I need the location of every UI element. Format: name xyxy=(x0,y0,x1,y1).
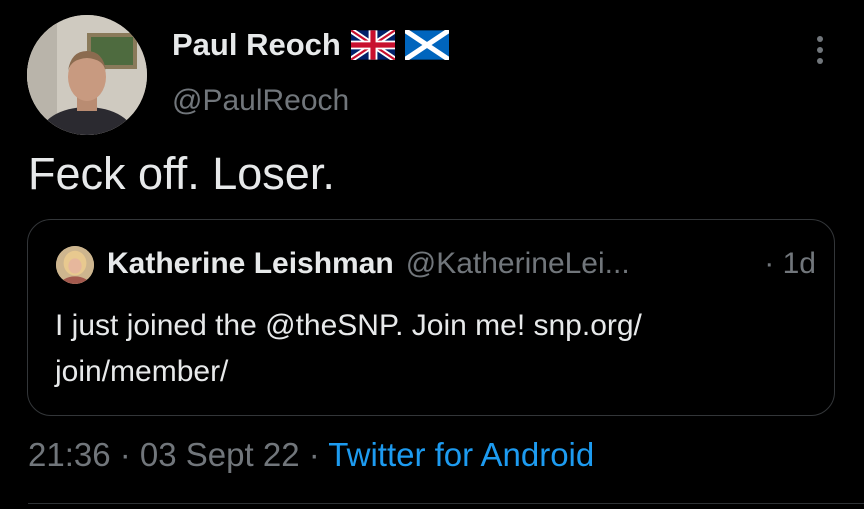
more-options-icon-dot xyxy=(817,58,823,64)
tweet-text: Feck off. Loser. xyxy=(28,148,335,199)
quoted-tweet-card[interactable]: Katherine Leishman @KatherineLei... · 1d… xyxy=(27,219,835,416)
divider xyxy=(28,503,864,504)
quoted-author-avatar-image xyxy=(56,246,94,284)
author-display-name[interactable]: Paul Reoch xyxy=(172,27,341,63)
quoted-tweet-text: I just joined the @theSNP. Join me! snp.… xyxy=(55,303,815,395)
quoted-author-handle: @KatherineLei... xyxy=(405,247,630,280)
author-name-row[interactable]: Paul Reoch xyxy=(172,27,449,63)
quoted-author-name: Katherine Leishman xyxy=(107,247,394,280)
more-options-icon-dot xyxy=(817,47,823,53)
more-options-button[interactable] xyxy=(806,30,834,70)
quoted-author-avatar xyxy=(56,246,94,284)
tweet-source-link[interactable]: Twitter for Android xyxy=(328,436,594,473)
more-options-icon xyxy=(817,36,823,42)
author-handle[interactable]: @PaulReoch xyxy=(172,84,349,118)
tweet-timestamp[interactable]: 21:36 · 03 Sept 22 · xyxy=(28,436,328,473)
quoted-tweet-text-line: join/member/ xyxy=(55,355,229,388)
union-jack-flag-icon xyxy=(350,30,395,60)
quoted-tweet-time: · 1d xyxy=(764,247,816,280)
quoted-tweet-text-line: I just joined the @theSNP. Join me! snp.… xyxy=(55,309,642,342)
tweet-meta: 21:36 · 03 Sept 22 · Twitter for Android xyxy=(28,436,594,474)
scottish-saltire-flag-icon xyxy=(404,30,449,60)
quoted-tweet-header: Katherine Leishman @KatherineLei... xyxy=(107,247,630,281)
author-avatar[interactable] xyxy=(27,15,147,135)
author-avatar-image xyxy=(27,15,147,135)
